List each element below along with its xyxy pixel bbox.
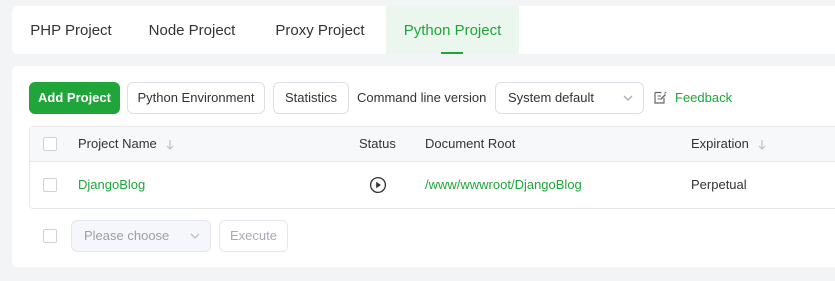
tab-proxy-project[interactable]: Proxy Project (254, 6, 386, 54)
project-name-link[interactable]: DjangoBlog (78, 162, 145, 208)
tab-python-project-label: Python Project (403, 22, 502, 39)
feedback-link[interactable]: Feedback (653, 82, 732, 114)
command-line-version-value: System default (508, 90, 594, 105)
document-root-link[interactable]: /www/wwwroot/DjangoBlog (425, 162, 582, 208)
project-panel: Add Project Python Environment Statistic… (12, 66, 835, 267)
feedback-label: Feedback (675, 90, 733, 105)
column-project-name-label: Project Name (78, 136, 157, 151)
tab-node-project[interactable]: Node Project (130, 6, 254, 54)
batch-action-select[interactable]: Please choose (71, 220, 211, 252)
table-header: Project Name Status Document Root Expira… (30, 127, 835, 162)
python-environment-button[interactable]: Python Environment (127, 82, 265, 114)
table-row: DjangoBlog /www/wwwroot/DjangoBlog Perpe… (30, 162, 835, 208)
active-tab-indicator (441, 52, 463, 54)
execute-button[interactable]: Execute (219, 220, 288, 252)
play-icon[interactable] (369, 176, 387, 194)
batch-select-checkbox[interactable] (43, 229, 57, 243)
command-line-version-select[interactable]: System default (495, 82, 644, 114)
edit-note-icon (654, 91, 667, 104)
tab-php-project[interactable]: PHP Project (12, 6, 130, 54)
command-line-version-label: Command line version (357, 90, 487, 105)
row-checkbox[interactable] (43, 178, 57, 192)
column-project-name[interactable]: Project Name (78, 127, 174, 161)
expiration-value: Perpetual (691, 177, 747, 192)
column-status: Status (359, 136, 396, 151)
tab-python-project[interactable]: Python Project (386, 6, 519, 54)
sort-arrow-icon (166, 140, 174, 150)
select-all-checkbox[interactable] (43, 137, 57, 151)
column-expiration-label: Expiration (691, 136, 749, 151)
column-expiration[interactable]: Expiration (691, 127, 766, 161)
statistics-button[interactable]: Statistics (273, 82, 349, 114)
sort-arrow-icon (759, 140, 766, 150)
chevron-down-icon (190, 233, 200, 239)
project-type-tabs: PHP Project Node Project Proxy Project P… (12, 6, 835, 54)
batch-action-placeholder: Please choose (84, 228, 170, 243)
column-document-root: Document Root (425, 136, 516, 151)
chevron-down-icon (623, 95, 633, 101)
projects-table: Project Name Status Document Root Expira… (29, 126, 835, 209)
add-project-button[interactable]: Add Project (29, 82, 120, 114)
